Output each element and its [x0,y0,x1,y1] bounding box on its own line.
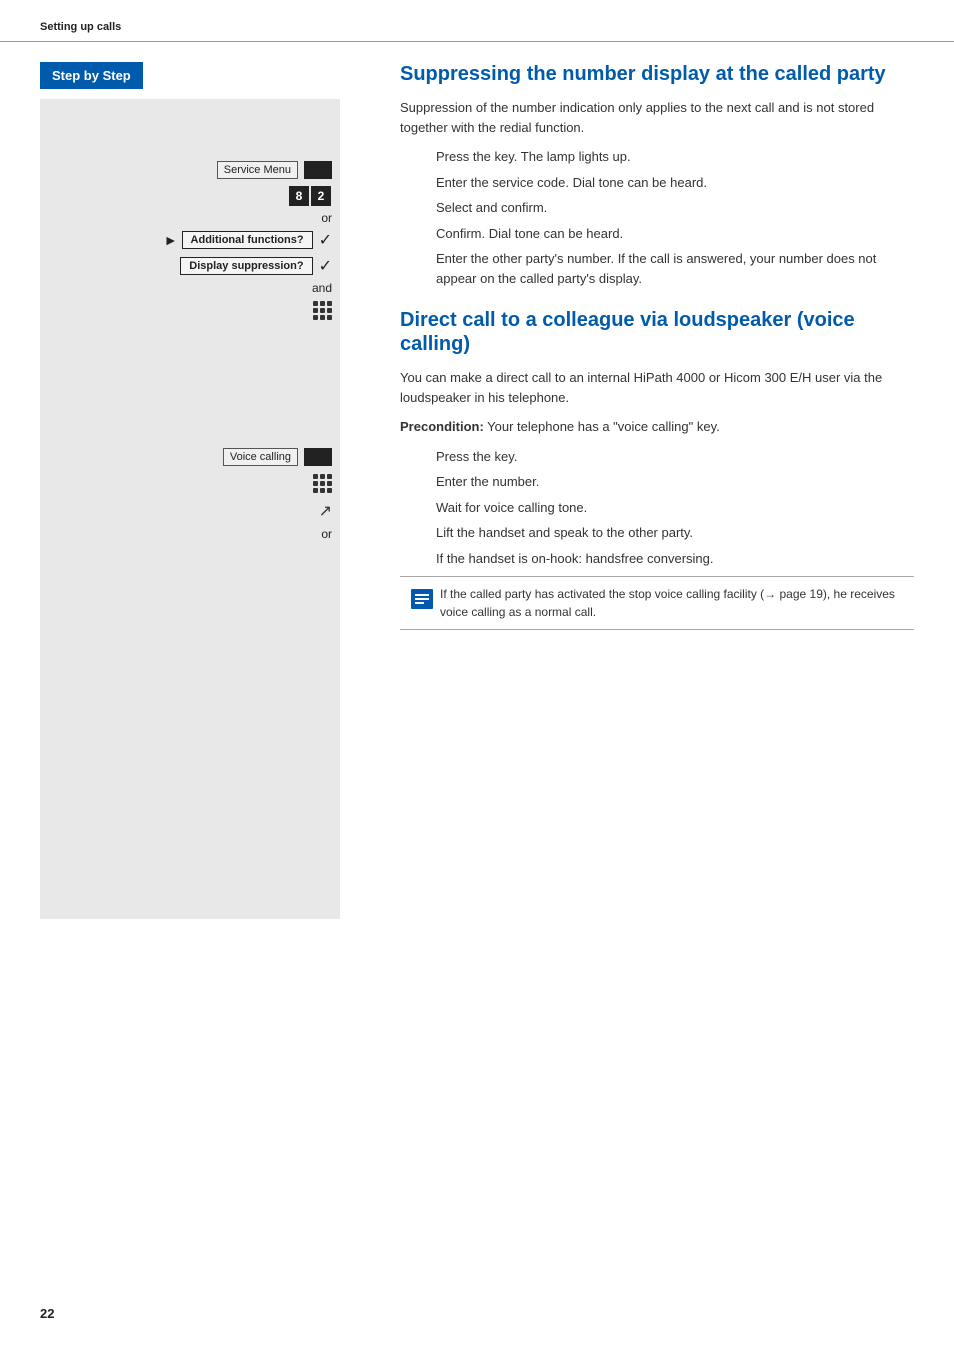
keypad-row-1 [40,297,340,324]
instr1-text3: Select and confirm. [436,198,914,218]
header-bar: Setting up calls [0,0,954,42]
note-box: If the called party has activated the st… [400,576,914,630]
page-container: Setting up calls Step by Step Service Me… [0,0,954,1351]
service-menu-row: Service Menu [40,157,340,183]
service-menu-button[interactable]: Service Menu [217,161,298,179]
section2-heading: Direct call to a colleague via loudspeak… [400,308,914,356]
digit-8: 8 [289,186,309,206]
instr1-icon5 [400,249,436,250]
instr2-row2: Enter the number. [400,472,914,492]
voice-key-indicator [304,448,332,466]
and-label: and [40,281,340,295]
instr1-icon1 [400,147,436,148]
step-by-step-box: Step by Step [40,62,143,89]
or-label-1: or [40,211,340,225]
section1-body: Suppression of the number indication onl… [400,98,914,137]
instr1-text5: Enter the other party's number. If the c… [436,249,914,288]
precondition-label: Precondition: [400,419,484,434]
display-suppression-row: Display suppression? ✓ [40,253,340,279]
handset-icon: ↗ [319,501,332,521]
instr1-row1: Press the key. The lamp lights up. [400,147,914,167]
instr2-row1: Press the key. [400,447,914,467]
instr1-icon3 [400,198,436,199]
instr2-icon5 [400,549,436,550]
instr2-row3: Wait for voice calling tone. [400,498,914,518]
instr2-icon1 [400,447,436,448]
instr1-row3: Select and confirm. [400,198,914,218]
keypad-icon-1 [313,301,332,320]
header-title: Setting up calls [40,21,121,33]
display-suppression-button[interactable]: Display suppression? [180,257,312,275]
page-number: 22 [40,1306,54,1321]
code-box: 8 2 [40,183,340,209]
instr2-icon2 [400,472,436,473]
main-layout: Step by Step Service Menu 8 2 or [0,42,954,919]
check-icon-1: ✓ [319,230,332,250]
keypad-icon-2 [313,474,332,493]
left-panel: Step by Step Service Menu 8 2 or [40,42,380,919]
instr2-icon3 [400,498,436,499]
instr2-row5: If the handset is on-hook: handsfree con… [400,549,914,569]
instr2-text1: Press the key. [436,447,914,467]
arrow-icon: ► [164,232,178,248]
section2-body: You can make a direct call to an interna… [400,368,914,407]
precondition-text: Your telephone has a "voice calling" key… [487,419,720,434]
note-icon [404,585,440,613]
instr2-text3: Wait for voice calling tone. [436,498,914,518]
step-by-step-label: Step by Step [52,68,131,83]
keypad-row-2 [40,470,340,497]
section1-heading: Suppressing the number display at the ca… [400,62,914,86]
instr2-text4: Lift the handset and speak to the other … [436,523,914,543]
right-panel: Suppressing the number display at the ca… [380,42,914,919]
additional-functions-row: ► Additional functions? ✓ [40,227,340,253]
instr2-text2: Enter the number. [436,472,914,492]
key-indicator [304,161,332,179]
instr1-text4: Confirm. Dial tone can be heard. [436,224,914,244]
or-label-2: or [40,527,340,541]
section2-precondition: Precondition: Your telephone has a "voic… [400,417,914,437]
left-content-area: Service Menu 8 2 or ► Additional functio… [40,99,340,919]
instr1-text1: Press the key. The lamp lights up. [436,147,914,167]
voice-calling-button[interactable]: Voice calling [223,448,298,466]
instr1-icon2 [400,173,436,174]
handset-row: ↗ [40,497,340,525]
instr1-icon4 [400,224,436,225]
instr1-row2: Enter the service code. Dial tone can be… [400,173,914,193]
digit-2: 2 [311,186,331,206]
instr2-row4: Lift the handset and speak to the other … [400,523,914,543]
instr2-text5: If the handset is on-hook: handsfree con… [436,549,914,569]
instr1-text2: Enter the service code. Dial tone can be… [436,173,914,193]
note-text: If the called party has activated the st… [440,585,910,621]
instr1-row4: Confirm. Dial tone can be heard. [400,224,914,244]
voice-calling-row: Voice calling [40,444,340,470]
additional-functions-button[interactable]: Additional functions? [182,231,313,249]
instr1-row5: Enter the other party's number. If the c… [400,249,914,288]
instr2-icon4 [400,523,436,524]
check-icon-2: ✓ [319,256,332,276]
